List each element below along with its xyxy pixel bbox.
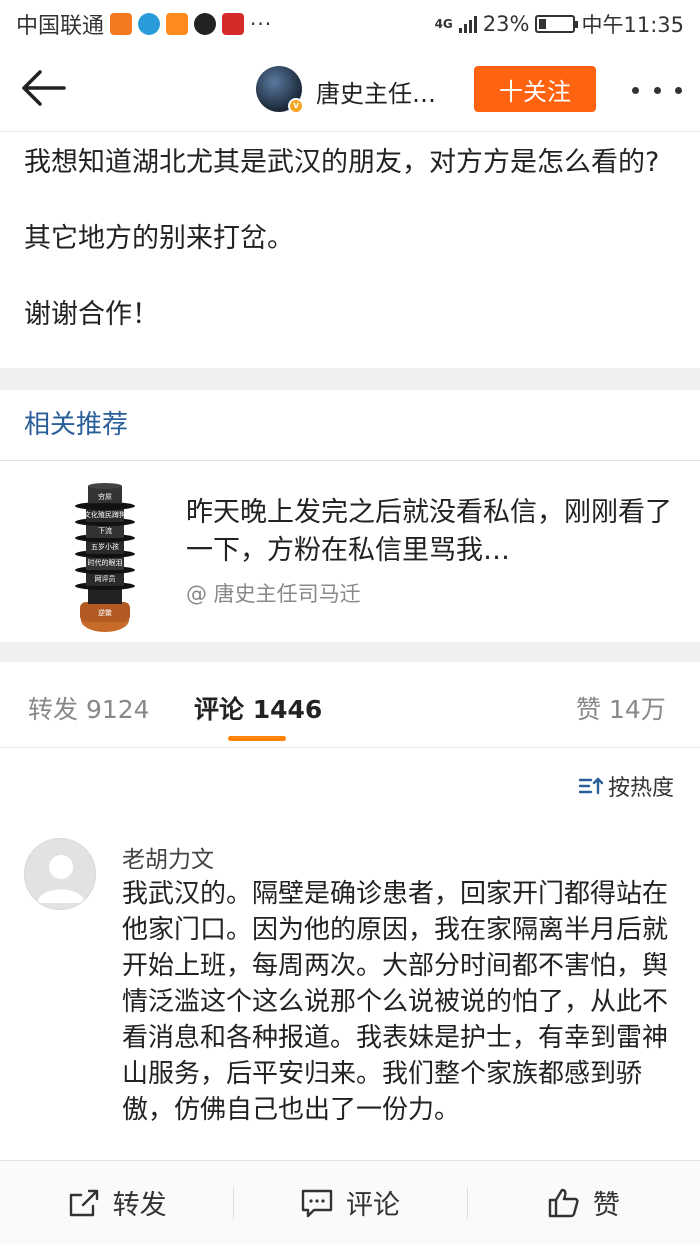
carrier-label: 中国联通 — [16, 14, 105, 39]
hat-label: 穷屌 — [98, 492, 112, 501]
hat-label: 逆鳖 — [98, 608, 112, 617]
default-user-icon — [37, 855, 85, 903]
author-name[interactable]: 唐史主任… — [316, 74, 436, 109]
related-header: 相关推荐 — [24, 410, 129, 440]
comment-label: 评论 — [345, 1190, 400, 1221]
comment-button[interactable]: 评论 — [233, 1161, 466, 1244]
bottom-toolbar: 转发 评论 赞 — [0, 1160, 700, 1244]
battery-fill — [539, 19, 547, 29]
signal-icon — [458, 15, 477, 33]
battery-percent: 23% — [482, 12, 530, 36]
battery-icon — [535, 15, 579, 33]
dot-icon — [653, 86, 661, 94]
post-paragraph: 谢谢合作！ — [24, 299, 159, 330]
comment-icon — [301, 1189, 333, 1217]
verified-badge-icon: v — [288, 98, 304, 114]
interaction-tabs: 转发 9124 评论 1446 赞 14万 — [0, 662, 700, 748]
hat-label: 时代的眼泪 — [88, 558, 123, 567]
post-paragraph: 其它地方的别来打岔。 — [24, 223, 294, 254]
repost-button[interactable]: 转发 — [0, 1161, 233, 1244]
status-bar: 中国联通 ··· 4G 23% 中午11:35 — [0, 0, 700, 48]
related-thumbnail: 穷屌 文化殖民蹲狗 下流 五岁小孩 时代的眼泪 网评员 逆鳖 — [75, 483, 135, 632]
back-button[interactable] — [18, 66, 68, 110]
sort-button[interactable]: 按热度 — [578, 770, 674, 802]
hat-label: 下流 — [98, 526, 112, 535]
dot-icon — [632, 86, 639, 94]
active-tab-indicator — [228, 736, 286, 741]
nav-bar: v 唐史主任… 十关注 — [0, 48, 700, 132]
more-notifications-icon: ··· — [250, 12, 273, 36]
related-post-title[interactable]: 昨天晚上发完之后就没看私信，刚刚看了一下，方粉在私信里骂我… — [186, 494, 676, 570]
tab-repost[interactable]: 转发 9124 — [28, 690, 150, 726]
uc-app-icon — [166, 13, 189, 35]
hat-label: 网评员 — [95, 575, 116, 583]
clock: 中午11:35 — [581, 13, 684, 37]
browser-app-icon — [138, 13, 161, 35]
share-icon — [69, 1189, 98, 1216]
commenter-avatar[interactable] — [24, 838, 96, 910]
chat-app-icon — [194, 13, 217, 35]
sort-icon — [578, 777, 604, 795]
follow-button[interactable]: 十关注 — [474, 66, 596, 112]
tab-comment[interactable]: 评论 1446 — [194, 690, 322, 726]
back-arrow-icon — [22, 70, 66, 106]
sort-label: 按热度 — [608, 776, 675, 801]
post-body: 我想知道湖北尤其是武汉的朋友，对方方是怎么看的? 其它地方的别来打岔。 谢谢合作… — [24, 144, 684, 372]
hat-label: 文化殖民蹲狗 — [84, 510, 126, 519]
post-paragraph: 我想知道湖北尤其是武汉的朋友，对方方是怎么看的? — [24, 147, 660, 178]
like-label: 赞 — [592, 1190, 620, 1221]
divider — [0, 460, 700, 461]
video-app-icon — [110, 13, 133, 35]
more-options-button[interactable] — [632, 70, 682, 110]
status-left: 中国联通 ··· — [16, 8, 272, 40]
section-gap — [0, 642, 700, 662]
author-avatar[interactable]: v — [256, 66, 304, 114]
status-right: 4G 23% 中午11:35 — [435, 9, 684, 39]
commenter-name[interactable]: 老胡力文 — [122, 840, 214, 874]
thumbs-up-icon — [548, 1188, 579, 1217]
news-app-icon — [222, 13, 245, 35]
comment-text: 我武汉的。隔壁是确诊患者，回家开门都得站在他家门口。因为他的原因，我在家隔离半月… — [122, 879, 669, 1125]
section-gap — [0, 368, 700, 390]
network-type: 4G — [434, 17, 453, 31]
hat-label: 五岁小孩 — [91, 542, 119, 551]
like-button[interactable]: 赞 — [466, 1161, 700, 1244]
related-post-source[interactable]: @ 唐史主任司马迁 — [186, 578, 361, 608]
repost-label: 转发 — [112, 1190, 167, 1221]
tab-like[interactable]: 赞 14万 — [576, 690, 666, 726]
dot-icon — [675, 86, 682, 94]
